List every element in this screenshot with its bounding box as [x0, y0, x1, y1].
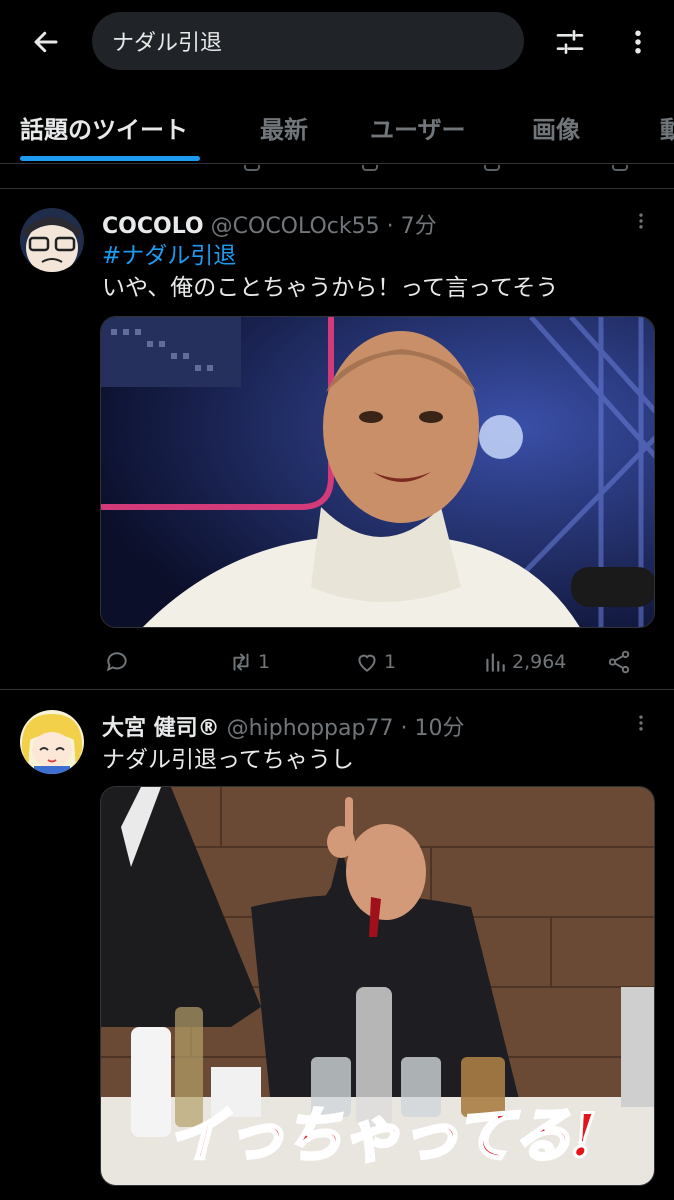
active-tab-indicator: [20, 156, 200, 161]
share-icon: [608, 650, 630, 674]
tweet-header: 大宮 健司® @hiphoppap77 · 10分: [102, 710, 464, 742]
reply-button[interactable]: [104, 644, 134, 680]
tab-latest[interactable]: 最新: [260, 110, 308, 145]
more-vertical-icon: [635, 30, 641, 54]
tweet-body: ナダル引退ってちゃうし: [102, 747, 354, 773]
views-icon: [486, 653, 505, 672]
tweet-text: #ナダル引退 いや、俺のことちゃうから！って言ってそう: [102, 240, 558, 304]
tweet-image[interactable]: イっちゃってる!: [100, 786, 655, 1186]
tweet-more-button[interactable]: [628, 710, 654, 736]
retweet-button[interactable]: 1: [228, 644, 270, 680]
share-icon: [612, 165, 628, 171]
tweet[interactable]: 大宮 健司® @hiphoppap77 · 10分 ナダル引退ってちゃうし イっ…: [0, 692, 674, 1200]
tab-users[interactable]: ユーザー: [370, 110, 466, 145]
tab-videos[interactable]: 動画: [660, 110, 674, 145]
tweet-header: COCOLO @COCOLOck55 · 7分: [102, 208, 437, 240]
tweet-actions: 1 1 2,964: [100, 644, 655, 680]
sliders-icon: [556, 30, 584, 54]
heart-icon: [362, 165, 378, 171]
user-handle[interactable]: @hiphoppap77: [227, 716, 394, 741]
retweet-icon: [244, 165, 260, 171]
tweet-image[interactable]: [100, 316, 655, 628]
display-name[interactable]: COCOLO: [102, 214, 204, 239]
tweet-body: いや、俺のことちゃうから！って言ってそう: [102, 275, 559, 301]
tab-top-tweets[interactable]: 話題のツイート: [20, 110, 188, 145]
more-vertical-icon: [639, 715, 643, 731]
retweet-icon: [233, 653, 249, 671]
back-button[interactable]: [24, 20, 68, 64]
views-icon: [484, 165, 500, 171]
heart-icon: [358, 654, 376, 672]
search-tabs: 話題のツイート 最新 ユーザー 画像 動画: [0, 96, 674, 164]
arrow-left-icon: [34, 31, 58, 53]
search-input[interactable]: ナダル引退: [92, 12, 524, 70]
more-vertical-icon: [639, 213, 643, 229]
more-options-button[interactable]: [616, 20, 660, 64]
retweet-count: 1: [258, 651, 271, 673]
hashtag-link[interactable]: #ナダル引退: [102, 240, 558, 272]
tweet[interactable]: COCOLO @COCOLOck55 · 7分 #ナダル引退 いや、俺のことちゃ…: [0, 190, 674, 690]
views-button[interactable]: 2,964: [482, 644, 566, 680]
search-filter-button[interactable]: [548, 20, 592, 64]
tab-images[interactable]: 画像: [532, 110, 580, 145]
search-query-text: ナダル引退: [112, 31, 223, 56]
previous-tweet-actions: [0, 165, 674, 189]
tweet-time: · 10分: [400, 716, 465, 741]
user-handle[interactable]: @COCOLOck55: [211, 214, 380, 239]
top-bar: ナダル引退: [0, 0, 674, 84]
like-count: 1: [384, 651, 397, 673]
tweet-more-button[interactable]: [628, 208, 654, 234]
like-button[interactable]: 1: [354, 644, 396, 680]
display-name[interactable]: 大宮 健司®: [102, 716, 220, 741]
tweet-time: · 7分: [386, 214, 437, 239]
image-caption: イっちゃってる!: [166, 1100, 598, 1173]
share-button[interactable]: [606, 644, 632, 680]
avatar[interactable]: [20, 710, 84, 774]
reply-icon: [106, 652, 127, 672]
avatar[interactable]: [20, 208, 84, 272]
view-count: 2,964: [512, 651, 567, 673]
